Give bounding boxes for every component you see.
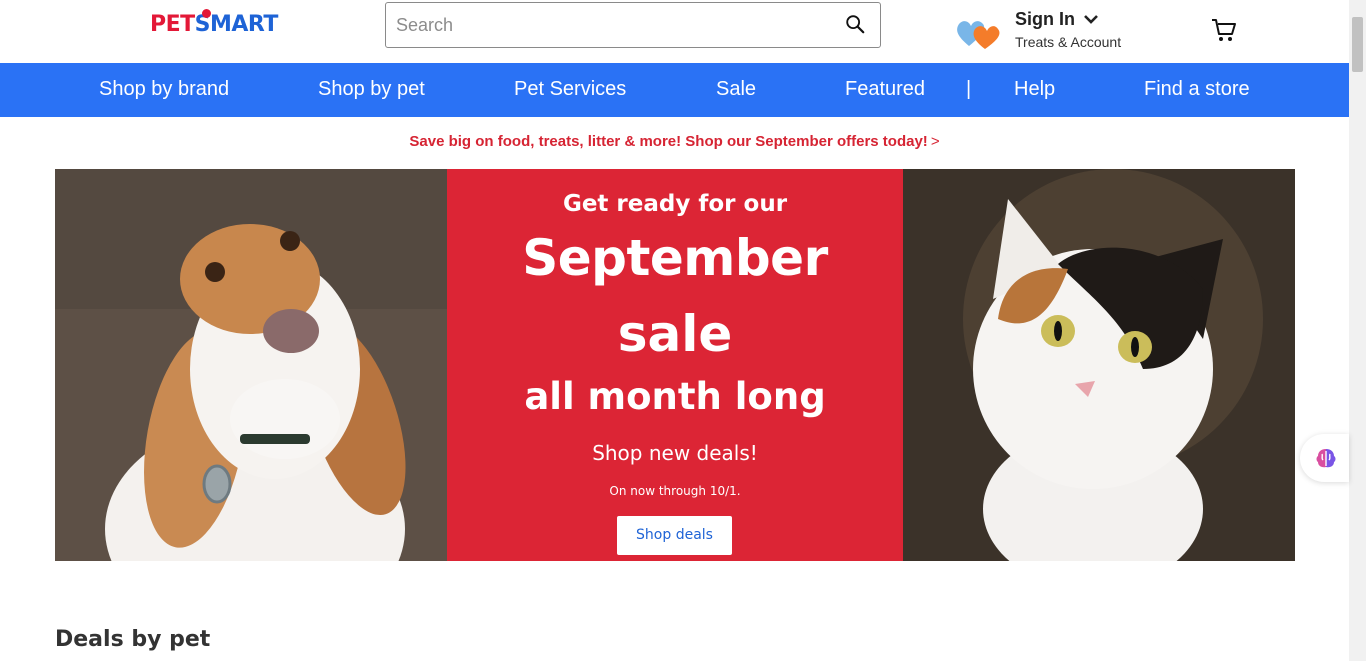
search-icon[interactable] (844, 13, 866, 35)
sign-in-title[interactable]: Sign In (1015, 9, 1075, 30)
scrollbar-thumb[interactable] (1352, 17, 1363, 72)
deals-by-pet-title: Deals by pet (55, 627, 211, 652)
hero-date-note: On now through 10/1. (609, 484, 741, 498)
chevron-down-icon[interactable] (1083, 12, 1099, 26)
hero-banner[interactable]: Get ready for our September sale all mon… (55, 169, 1295, 561)
sign-in-account[interactable]: Sign In Treats & Account (955, 6, 1155, 54)
nav-shop-by-brand[interactable]: Shop by brand (99, 78, 229, 101)
nav-shop-by-pet[interactable]: Shop by pet (318, 78, 425, 101)
promo-text[interactable]: Save big on food, treats, litter & more!… (409, 133, 927, 150)
promo-banner[interactable]: Save big on food, treats, litter & more!… (0, 133, 1349, 150)
main-nav: Shop by brand Shop by pet Pet Services S… (0, 63, 1349, 117)
nav-help[interactable]: Help (1014, 78, 1055, 101)
brain-icon[interactable] (1314, 446, 1338, 470)
hero-cat-image (903, 169, 1295, 561)
nav-pet-services[interactable]: Pet Services (514, 78, 626, 101)
petsmart-logo[interactable]: PETSMART (150, 9, 278, 42)
search-input[interactable] (396, 13, 826, 37)
promo-arrow[interactable]: > (931, 133, 940, 150)
logo-text-pet: PET (150, 12, 195, 37)
page-scrollbar[interactable] (1349, 0, 1366, 661)
hero-dog-image (55, 169, 447, 561)
floating-assistant-widget[interactable] (1300, 434, 1349, 482)
hearts-icon (957, 21, 1000, 49)
hero-subheadline: all month long (524, 375, 826, 418)
hero-headline-september: September (522, 229, 828, 287)
dog-illustration (55, 169, 447, 561)
treats-account-label[interactable]: Treats & Account (1015, 34, 1121, 50)
nav-find-a-store[interactable]: Find a store (1144, 78, 1250, 101)
shop-deals-button[interactable]: Shop deals (617, 516, 732, 555)
search-box[interactable] (385, 2, 881, 48)
hero-headline-sale: sale (617, 305, 733, 363)
hero-cta-text: Shop new deals! (592, 441, 758, 465)
cat-illustration (903, 169, 1295, 561)
cart-icon[interactable] (1210, 16, 1238, 44)
logo-dot (202, 9, 211, 18)
nav-separator: | (966, 78, 972, 100)
nav-featured[interactable]: Featured (845, 78, 925, 101)
hero-sale-panel: Get ready for our September sale all mon… (447, 169, 903, 561)
hero-kicker: Get ready for our (562, 191, 788, 217)
nav-sale[interactable]: Sale (716, 78, 756, 101)
site-header: PETSMART Sign In Treats & Account (0, 0, 1349, 63)
